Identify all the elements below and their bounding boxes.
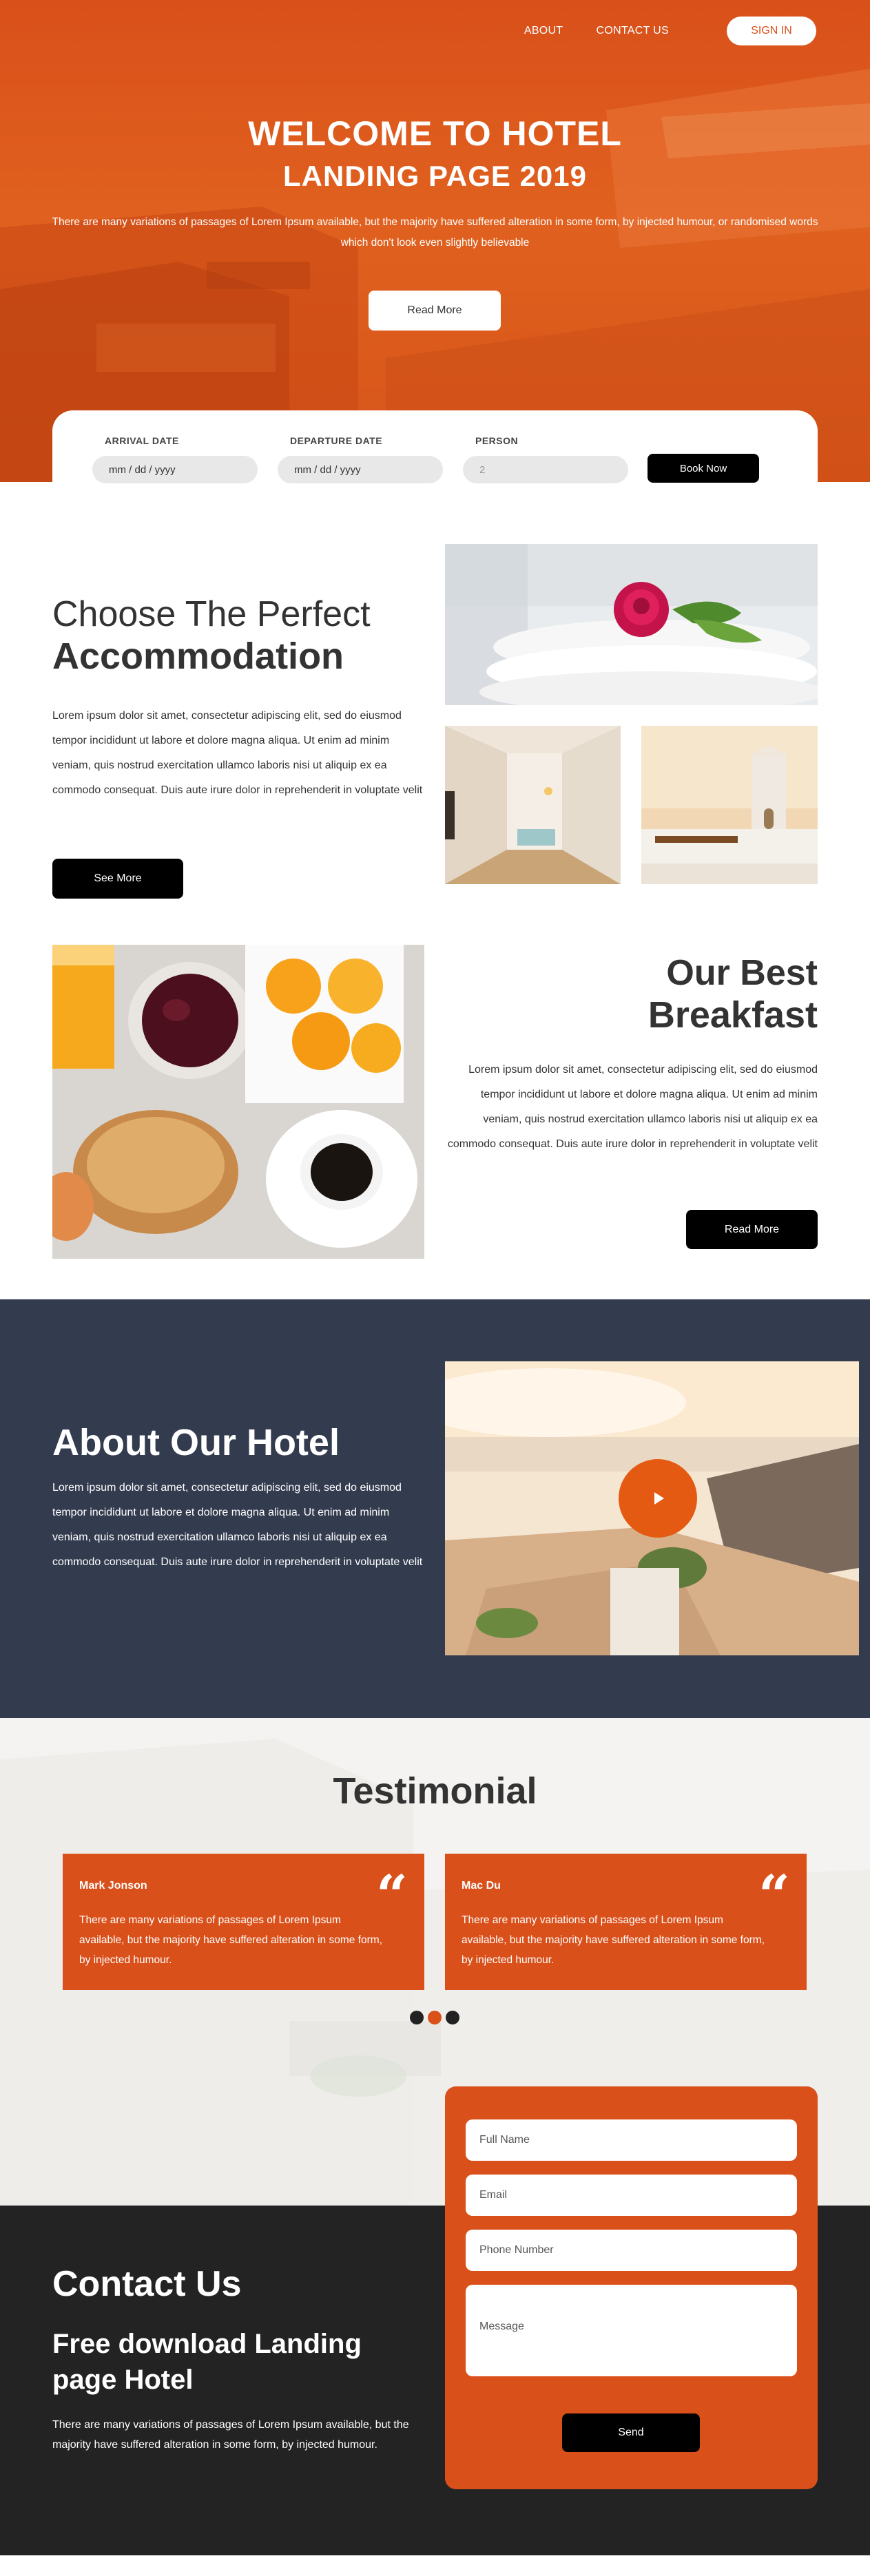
pagination-dot-active[interactable] [428, 2011, 442, 2024]
nav-contact-link[interactable]: CONTACT US [596, 25, 669, 37]
breakfast-title-bold: Breakfast [648, 994, 818, 1036]
person-input[interactable]: 2 [463, 456, 628, 483]
book-now-button[interactable]: Book Now [648, 454, 759, 483]
quote-icon: “ [758, 1863, 790, 1927]
departure-date-input[interactable]: mm / dd / yyyy [278, 456, 443, 483]
play-button[interactable] [619, 1459, 697, 1538]
hero-read-more-button[interactable]: Read More [369, 291, 501, 331]
santorini-tower-image [641, 726, 818, 884]
testimonial-text: There are many variations of passages of… [462, 1914, 765, 1966]
about-title: About Our Hotel [52, 1422, 340, 1463]
breakfast-image [52, 945, 424, 1259]
person-label: PERSON [475, 435, 519, 446]
quote-icon: “ [375, 1863, 408, 1927]
nav-about-link[interactable]: ABOUT [524, 25, 563, 37]
see-more-button[interactable]: See More [52, 859, 183, 899]
hero-title: WELCOME TO HOTEL [248, 114, 622, 153]
contact-title: Contact Us [52, 2264, 242, 2304]
top-nav: ABOUT CONTACT US SIGN IN [524, 17, 816, 45]
hero-section: ABOUT CONTACT US SIGN IN WELCOME TO HOTE… [0, 0, 870, 482]
person-group: PERSON 2 [463, 435, 628, 483]
contact-form: Full Name Email Phone Number Message Sen… [445, 2086, 818, 2489]
arrival-date-group: ARRIVAL DATE mm / dd / yyyy [92, 435, 258, 483]
testimonial-text: There are many variations of passages of… [79, 1914, 382, 1966]
sign-in-button[interactable]: SIGN IN [727, 17, 816, 45]
hotel-room-image [445, 726, 621, 884]
contact-subtitle: Free download Landing page Hotel [52, 2329, 362, 2395]
breakfast-title-light: Our Best [666, 953, 818, 993]
message-field[interactable]: Message [466, 2285, 797, 2376]
hero-subtitle: LANDING PAGE 2019 [283, 160, 587, 192]
towels-rose-image [445, 544, 818, 705]
pagination-dot[interactable] [446, 2011, 459, 2024]
departure-date-label: DEPARTURE DATE [290, 435, 383, 446]
phone-field[interactable]: Phone Number [466, 2230, 797, 2271]
arrival-date-input[interactable]: mm / dd / yyyy [92, 456, 258, 483]
email-field[interactable]: Email [466, 2175, 797, 2216]
full-name-field[interactable]: Full Name [466, 2119, 797, 2161]
booking-bar: ARRIVAL DATE mm / dd / yyyy DEPARTURE DA… [52, 410, 818, 486]
pagination-dot[interactable] [410, 2011, 424, 2024]
accommodation-title-bold: Accommodation [52, 636, 344, 677]
page-bottom-strip [0, 2555, 870, 2576]
departure-date-group: DEPARTURE DATE mm / dd / yyyy [278, 435, 443, 483]
contact-description: There are many variations of passages of… [52, 2419, 409, 2451]
testimonial-name: Mac Du [462, 1880, 501, 1892]
testimonial-pagination [410, 2011, 459, 2024]
play-icon [654, 1492, 664, 1505]
testimonial-card: Mac Du There are many variations of pass… [445, 1854, 807, 1990]
testimonial-name: Mark Jonson [79, 1880, 147, 1892]
hero-description: There are many variations of passages of… [52, 216, 818, 249]
breakfast-read-more-button[interactable]: Read More [686, 1210, 818, 1249]
arrival-date-label: ARRIVAL DATE [105, 435, 179, 446]
breakfast-description: Lorem ipsum dolor sit amet, consectetur … [447, 1064, 818, 1150]
accommodation-title-light: Choose The Perfect [52, 594, 371, 634]
testimonial-title: Testimonial [333, 1770, 537, 1812]
testimonial-card: Mark Jonson There are many variations of… [63, 1854, 424, 1990]
about-description: Lorem ipsum dolor sit amet, consectetur … [52, 1482, 423, 1568]
send-button[interactable]: Send [562, 2413, 700, 2452]
accommodation-description: Lorem ipsum dolor sit amet, consectetur … [52, 710, 423, 796]
